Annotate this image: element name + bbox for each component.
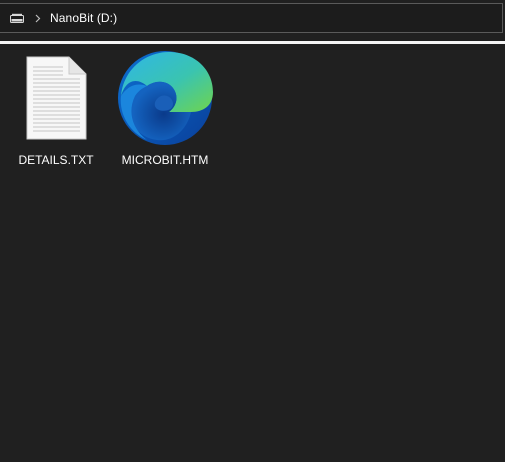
address-bar[interactable]: NanoBit (D:) bbox=[0, 3, 503, 33]
file-name: MICROBIT.HTM bbox=[121, 153, 209, 167]
file-item-details-txt[interactable]: DETAILS.TXT bbox=[8, 50, 104, 170]
chevron-right-icon[interactable] bbox=[33, 10, 43, 26]
file-item-microbit-htm[interactable]: MICROBIT.HTM bbox=[117, 50, 213, 170]
breadcrumb-location[interactable]: NanoBit (D:) bbox=[50, 10, 117, 26]
file-list: DETAILS.TXT MICROBIT.HTM bbox=[0, 44, 505, 462]
drive-icon[interactable] bbox=[9, 10, 25, 26]
file-name: DETAILS.TXT bbox=[18, 153, 94, 167]
file-explorer-window: NanoBit (D:) DETAILS.TXT MICROBIT.HTM bbox=[0, 0, 505, 462]
edge-browser-icon bbox=[117, 50, 213, 146]
text-document-icon bbox=[8, 50, 104, 146]
